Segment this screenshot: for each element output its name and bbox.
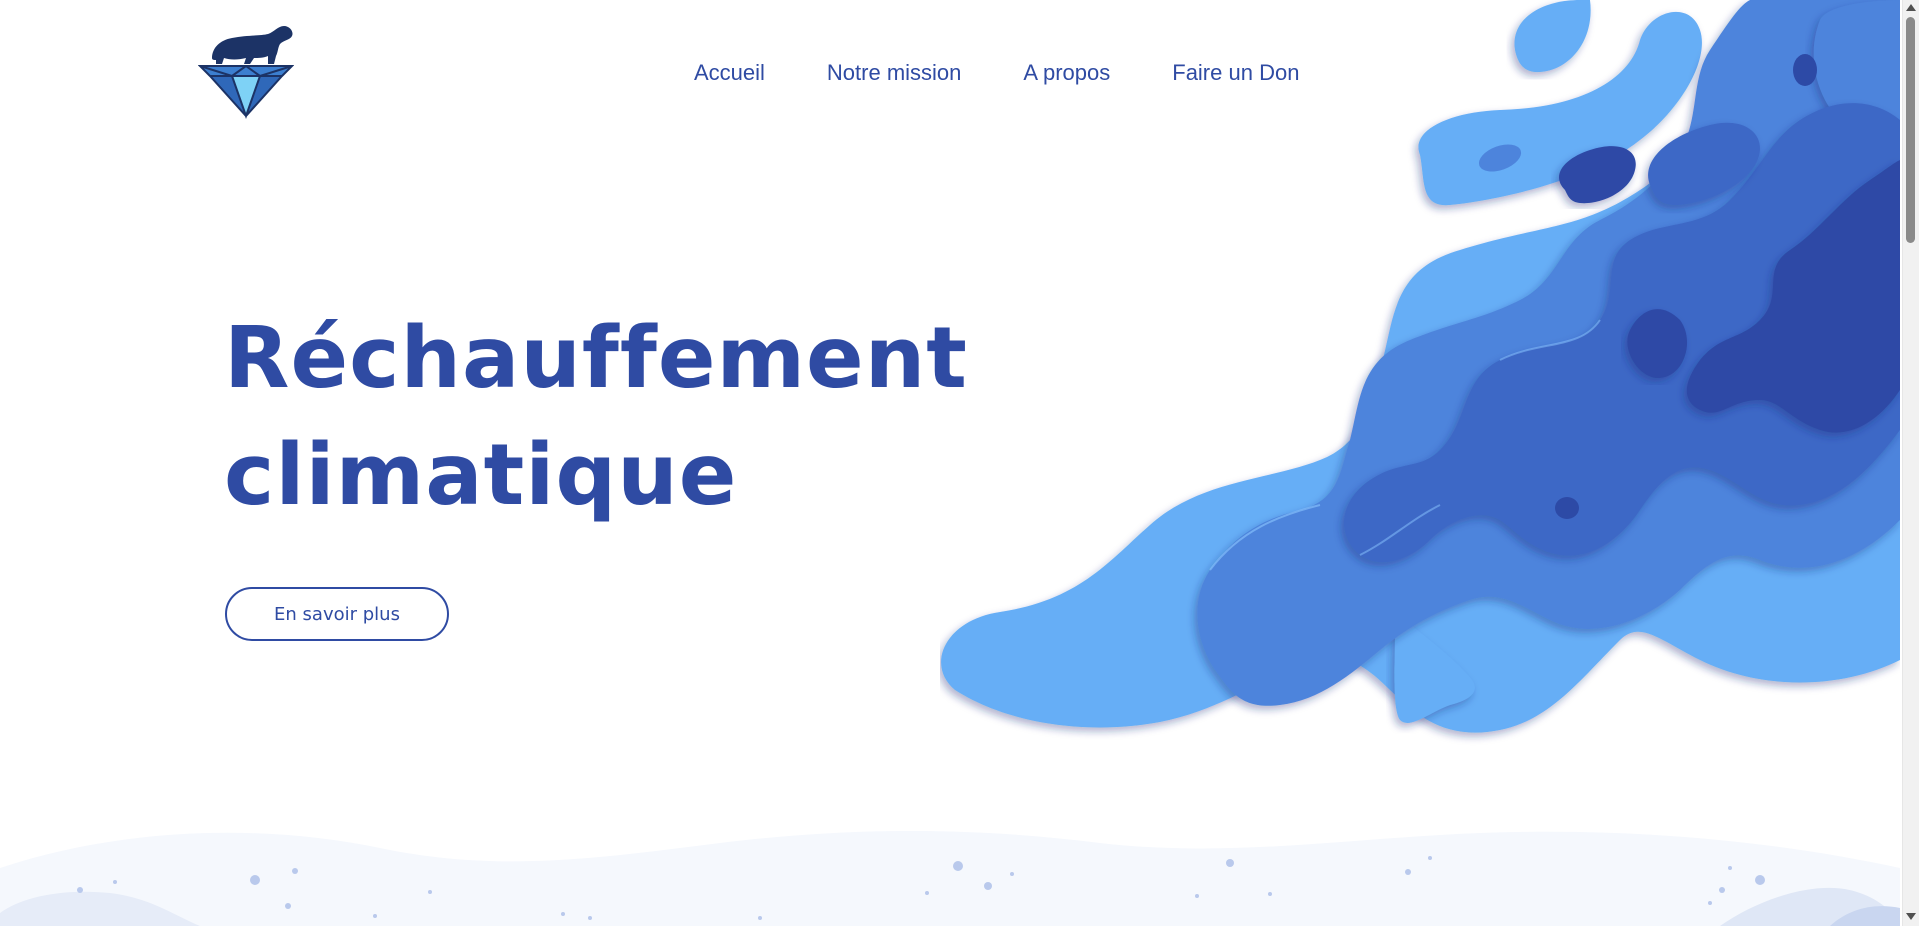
scroll-up-arrow-icon[interactable] [1906, 4, 1916, 11]
scroll-down-arrow-icon[interactable] [1906, 913, 1916, 920]
vertical-scrollbar[interactable] [1902, 0, 1919, 926]
hero-title: Réchauffement climatique [224, 300, 968, 534]
hero-title-line-2: climatique [224, 426, 738, 525]
page: Accueil Notre mission A propos Faire un … [0, 0, 1919, 926]
snowy-hills-decoration [0, 830, 1900, 926]
topographic-paper-art [941, 0, 1900, 733]
nav-link-faire-un-don[interactable]: Faire un Don [1172, 58, 1299, 88]
nav-link-a-propos[interactable]: A propos [1023, 58, 1110, 88]
polar-bear-logo-icon[interactable] [198, 20, 294, 120]
scrollbar-thumb[interactable] [1906, 17, 1915, 243]
nav-link-notre-mission[interactable]: Notre mission [827, 58, 961, 88]
learn-more-button[interactable]: En savoir plus [225, 587, 449, 641]
nav-link-accueil[interactable]: Accueil [694, 58, 765, 88]
main-nav: Accueil Notre mission A propos Faire un … [694, 58, 1299, 88]
hero-title-line-1: Réchauffement [224, 309, 968, 408]
